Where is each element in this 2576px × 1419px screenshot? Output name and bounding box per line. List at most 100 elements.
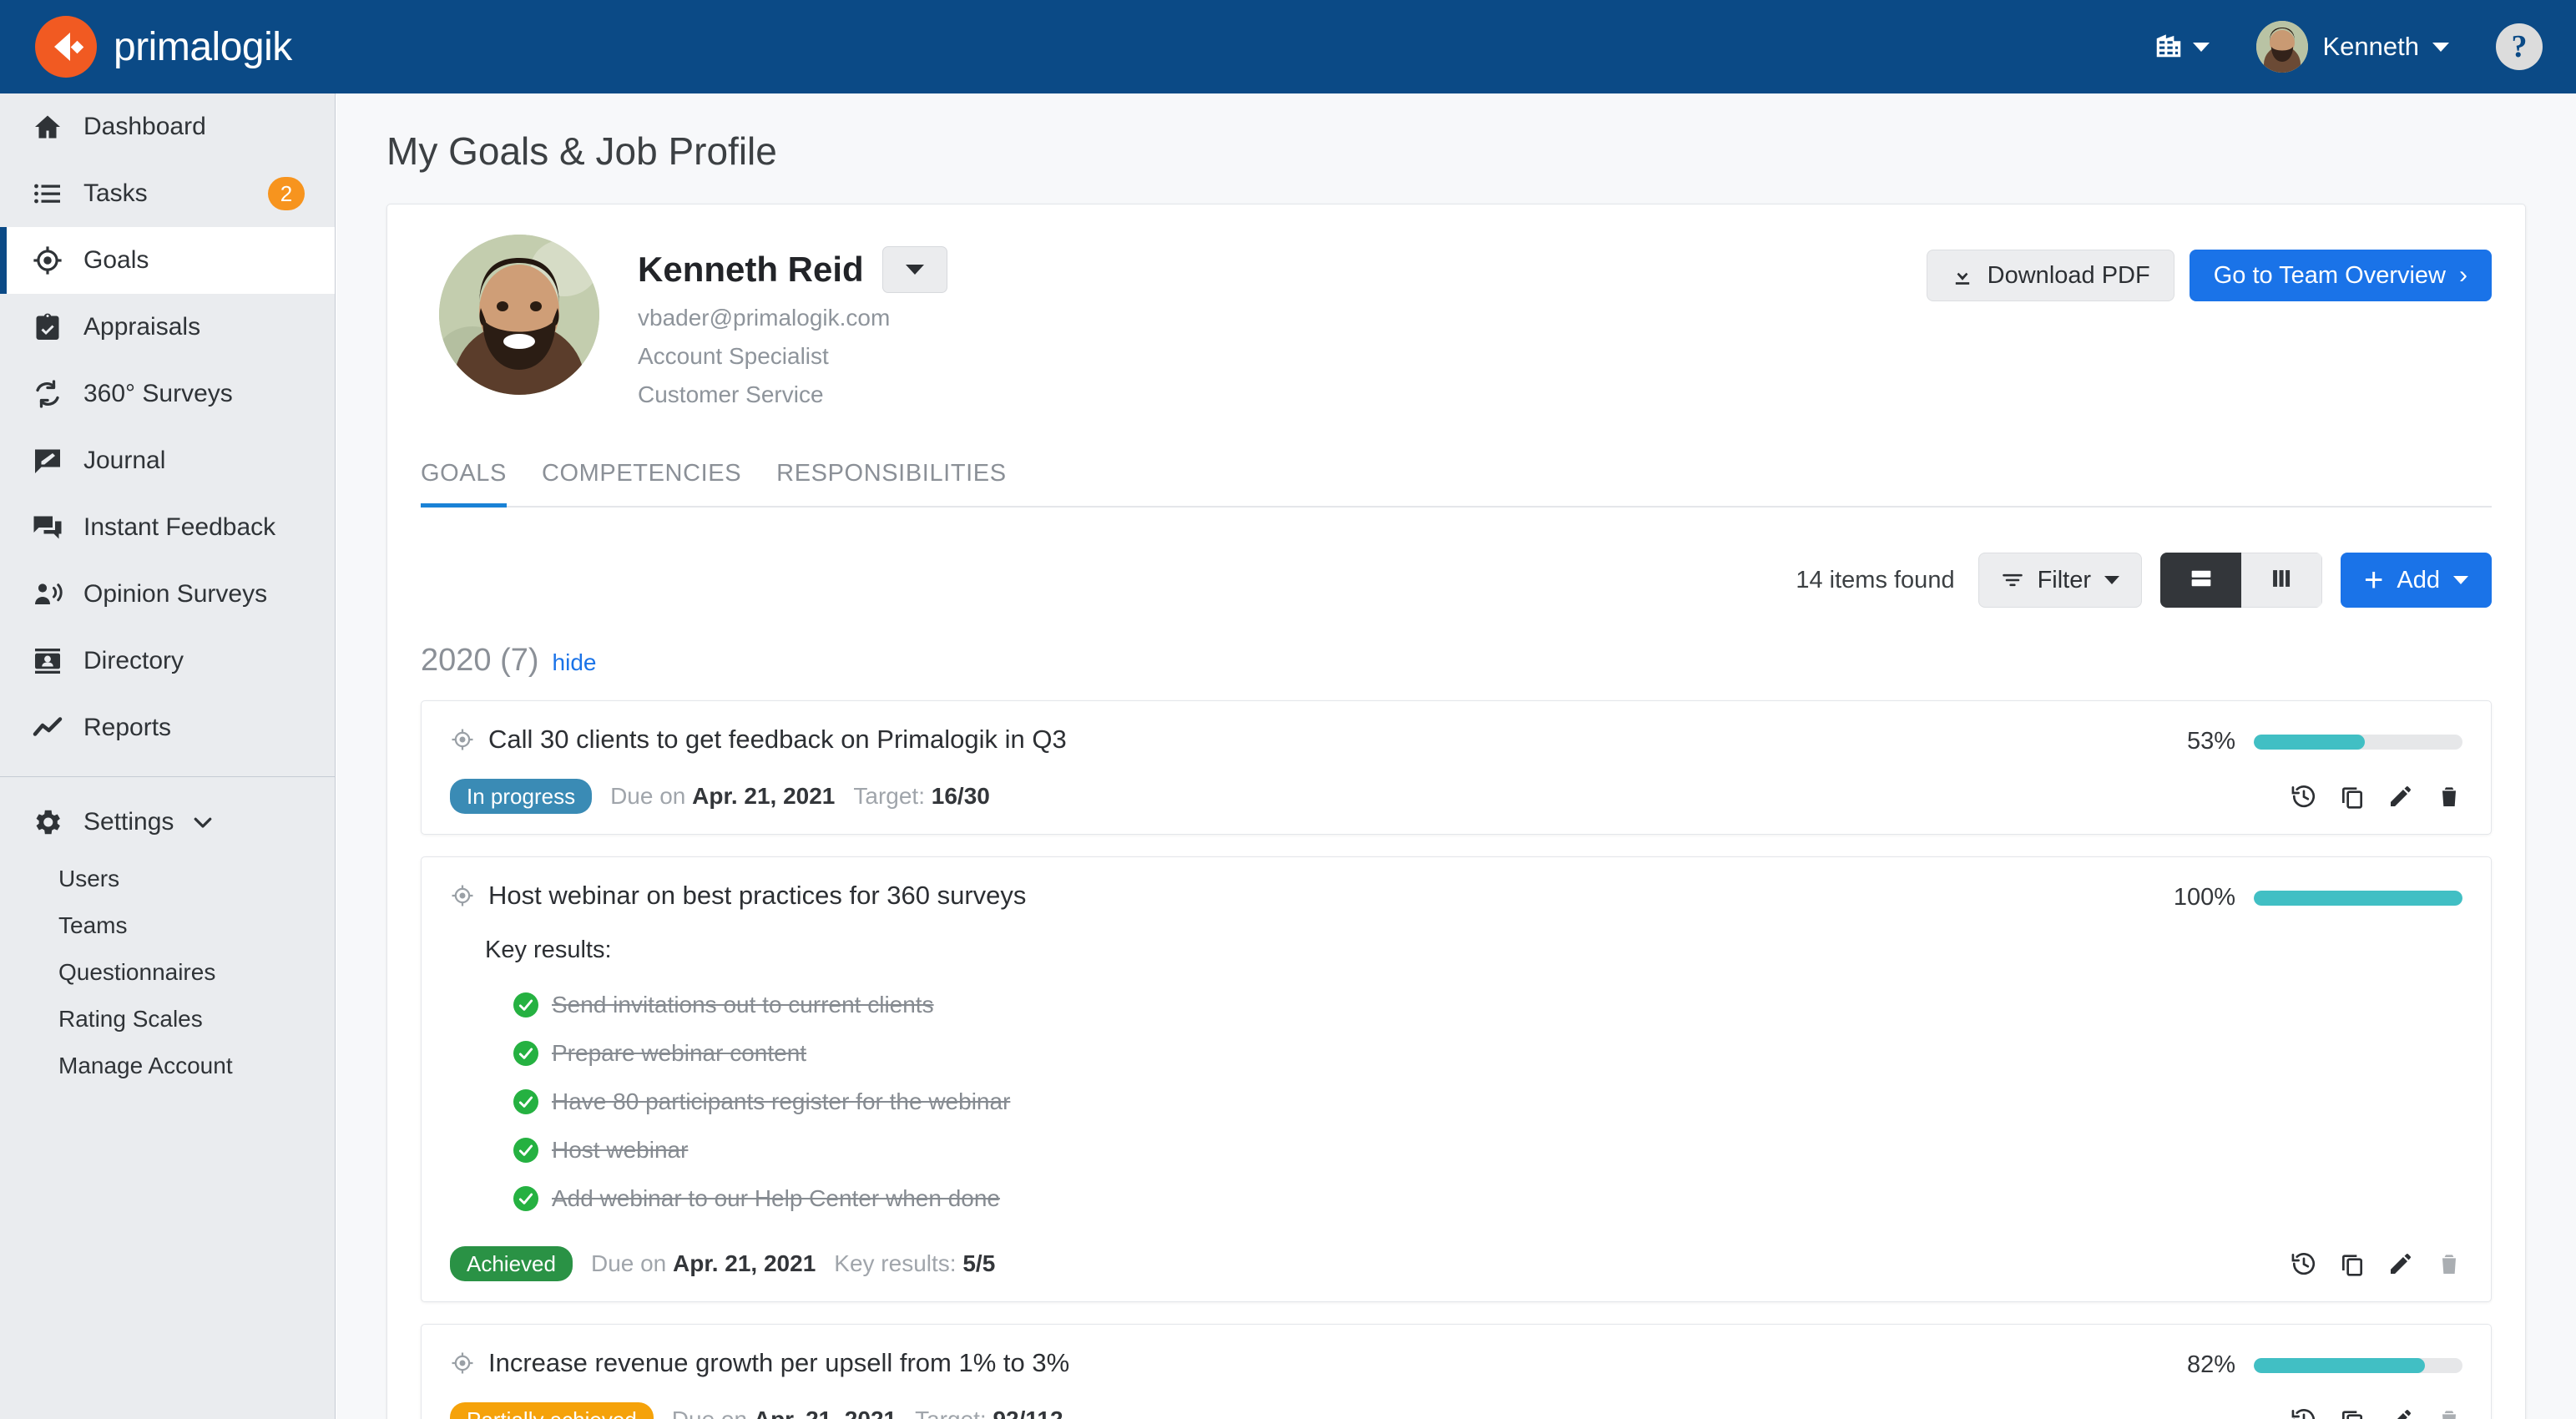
key-result-text: Send invitations out to current clients [552,992,934,1018]
profile-action-buttons: Download PDF Go to Team Overview › [1927,235,2492,301]
sidebar-item-tasks[interactable]: Tasks 2 [0,160,335,227]
sidebar-label: Instant Feedback [83,513,275,542]
trash-icon[interactable] [2436,1250,2462,1277]
history-icon[interactable] [2291,783,2317,810]
goal-progress-pct: 100% [2174,884,2235,911]
copy-icon[interactable] [2339,1406,2366,1419]
edit-pencil-icon[interactable] [2387,1250,2414,1277]
list-icon [30,176,65,211]
list-view-button[interactable] [2160,553,2241,608]
copy-icon[interactable] [2339,1250,2366,1277]
trash-icon[interactable] [2436,1406,2462,1419]
check-circle-icon [513,1186,538,1211]
goal-group-hide-link[interactable]: hide [553,649,597,676]
profile-info: Kenneth Reid vbader@primalogik.com Accou… [638,235,947,408]
goal-due: Due on Apr. 21, 2021 [672,1406,897,1419]
tab-label: RESPONSIBILITIES [776,460,1007,487]
add-goal-button[interactable]: + Add [2341,553,2492,608]
status-badge: Achieved [450,1246,573,1281]
sidebar-label: Tasks [83,179,148,208]
sidebar-label: Journal [83,447,165,475]
progress-fill [2254,891,2462,906]
sidebar-item-appraisals[interactable]: Appraisals [0,294,335,361]
sidebar-item-360-surveys[interactable]: 360° Surveys [0,361,335,427]
sidebar-label: Reports [83,714,171,742]
sidebar-item-reports[interactable]: Reports [0,694,335,761]
goal-action-icons [2291,1250,2462,1277]
history-icon[interactable] [2291,1250,2317,1277]
sidebar-item-dashboard[interactable]: Dashboard [0,93,335,160]
sidebar-item-journal[interactable]: Journal [0,427,335,494]
goal-title: Call 30 clients to get feedback on Prima… [488,725,1067,755]
view-toggle-group [2160,553,2322,608]
download-pdf-label: Download PDF [1988,262,2150,290]
goal-group-title: 2020 (7) [421,643,539,679]
sidebar-label: 360° Surveys [83,380,233,408]
plus-icon: + [2364,563,2383,597]
sidebar-item-directory[interactable]: Directory [0,628,335,694]
help-button[interactable]: ? [2496,23,2543,70]
edit-pencil-icon[interactable] [2387,783,2414,810]
sidebar-sub-label: Questionnaires [58,959,215,986]
sidebar-item-users[interactable]: Users [0,856,335,902]
chevron-down-icon [2193,43,2210,52]
key-results-label: Key results: [485,937,2462,964]
sidebar-label: Opinion Surveys [83,580,267,609]
copy-icon[interactable] [2339,783,2366,810]
column-view-icon [2267,564,2296,597]
goal-card[interactable]: Call 30 clients to get feedback on Prima… [421,700,2492,835]
history-icon[interactable] [2291,1406,2317,1419]
profile-avatar [439,235,599,395]
key-result-item[interactable]: Have 80 participants register for the we… [513,1078,2462,1126]
check-circle-icon [513,1041,538,1066]
sidebar-label: Directory [83,647,184,675]
chevron-down-icon [190,810,215,835]
page-title: My Goals & Job Profile [386,129,2576,174]
goal-progress: 100% [2174,881,2462,911]
profile-dropdown-button[interactable] [882,246,947,293]
sidebar-item-opinion-surveys[interactable]: Opinion Surveys [0,561,335,628]
due-date: Apr. 21, 2021 [692,783,835,809]
brand-name: primalogik [114,24,292,70]
column-view-button[interactable] [2241,553,2322,608]
key-results-list: Send invitations out to current clients … [513,981,2462,1223]
key-result-item[interactable]: Host webinar [513,1126,2462,1174]
sidebar-item-settings[interactable]: Settings [0,789,335,856]
goal-card[interactable]: Increase revenue growth per upsell from … [421,1324,2492,1419]
brand-logo[interactable]: primalogik [35,16,292,78]
org-switcher[interactable] [2153,29,2210,65]
sidebar-label: Appraisals [83,313,200,341]
goal-title: Increase revenue growth per upsell from … [488,1348,1069,1378]
tab-responsibilities[interactable]: RESPONSIBILITIES [776,460,1007,506]
header-right-cluster: Kenneth ? [2153,21,2576,73]
sidebar-item-manage-account[interactable]: Manage Account [0,1043,335,1089]
sidebar-item-teams[interactable]: Teams [0,902,335,949]
sidebar-item-goals[interactable]: Goals [0,227,335,294]
filter-button[interactable]: Filter [1978,553,2142,608]
progress-fill [2254,735,2365,750]
contact-card-icon [30,644,65,679]
goal-metric: Key results: 5/5 [834,1250,995,1277]
sidebar-item-instant-feedback[interactable]: Instant Feedback [0,494,335,561]
trash-icon[interactable] [2436,783,2462,810]
tasks-badge: 2 [268,177,305,210]
target-icon [450,1351,475,1376]
go-to-team-overview-button[interactable]: Go to Team Overview › [2190,250,2492,301]
caret-down-icon [906,265,924,275]
due-prefix: Due on [591,1250,666,1276]
sidebar-item-rating-scales[interactable]: Rating Scales [0,996,335,1043]
key-result-item[interactable]: Send invitations out to current clients [513,981,2462,1029]
tab-label: COMPETENCIES [542,460,741,487]
sidebar-item-questionnaires[interactable]: Questionnaires [0,949,335,996]
tab-goals[interactable]: GOALS [421,460,507,506]
key-result-item[interactable]: Prepare webinar content [513,1029,2462,1078]
download-pdf-button[interactable]: Download PDF [1927,250,2174,301]
due-prefix: Due on [672,1406,747,1419]
goals-card: Kenneth Reid vbader@primalogik.com Accou… [386,204,2526,1419]
goal-card[interactable]: Host webinar on best practices for 360 s… [421,856,2492,1302]
tab-competencies[interactable]: COMPETENCIES [542,460,741,506]
user-menu[interactable]: Kenneth [2256,21,2450,73]
edit-pencil-icon[interactable] [2387,1406,2414,1419]
key-result-item[interactable]: Add webinar to our Help Center when done [513,1174,2462,1223]
clipboard-check-icon [30,310,65,345]
